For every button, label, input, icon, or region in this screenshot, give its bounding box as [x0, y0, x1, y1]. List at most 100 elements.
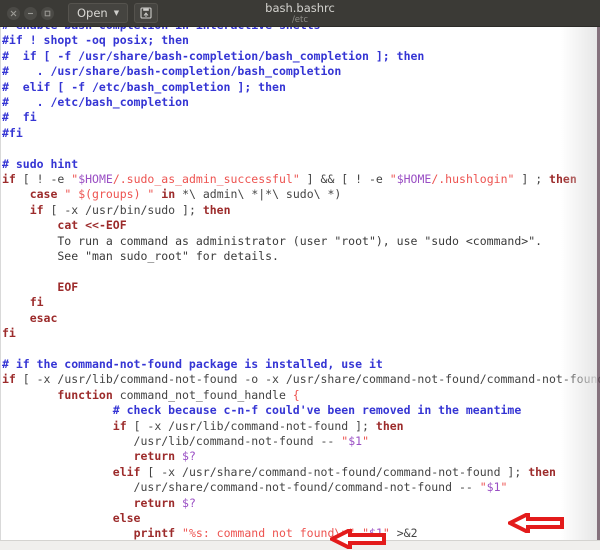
code-token-kw: in: [161, 187, 176, 202]
maximize-icon[interactable]: [41, 6, 54, 20]
code-token-st: ": [382, 526, 390, 540]
save-icon: [140, 4, 152, 23]
code-line: if [ -x /usr/bin/sudo ]; then: [2, 203, 600, 218]
code-line: # sudo hint: [2, 157, 600, 172]
code-line: # elif [ -f /etc/bash_completion ]; then: [2, 80, 600, 95]
status-bar: [0, 540, 600, 550]
code-line: # if [ -f /usr/share/bash-completion/bas…: [2, 49, 600, 64]
code-token-pl: [ ! -e: [15, 172, 72, 187]
code-token-st: " $(groups) ": [64, 187, 155, 202]
title-bar: Open ▼ bash.bashrc /etc: [0, 0, 600, 27]
save-button[interactable]: [134, 3, 159, 23]
code-line: fi: [2, 326, 600, 341]
minimize-icon[interactable]: [24, 6, 37, 20]
code-token-cm: # enable bash completion in interactive …: [2, 27, 321, 32]
code-token-var: $1: [369, 526, 383, 540]
code-token-pl: [ -x /usr/share/command-not-found/comman…: [140, 464, 529, 479]
code-token-cm: # . /usr/share/bash-completion/bash_comp…: [2, 64, 342, 79]
code-line: if [ -x /usr/lib/command-not-found ]; th…: [2, 419, 600, 434]
code-line: # fi: [2, 110, 600, 125]
code-token-kw: then: [202, 202, 231, 217]
code-token-st: ": [362, 526, 370, 540]
code-token-kw: then: [549, 172, 577, 187]
code-line: # . /etc/bash_completion: [2, 95, 600, 110]
code-token-cm: # if the command-not-found package is in…: [2, 356, 383, 371]
code-line: esac: [2, 311, 600, 326]
code-line: #if ! shopt -oq posix; then: [2, 33, 600, 48]
code-token-pl: *\ admin\ *|*\ sudo\ *): [175, 187, 342, 202]
code-content[interactable]: # enable bash completion in interactive …: [0, 27, 600, 540]
code-token-var: $1: [486, 480, 501, 495]
code-token-var: $1: [348, 433, 363, 448]
code-line: else: [2, 511, 600, 526]
code-token-pl: [ -x /usr/bin/sudo ];: [43, 202, 203, 217]
code-token-st: /.hushlogin": [431, 172, 515, 187]
code-line: # if the command-not-found package is in…: [2, 357, 600, 372]
code-line: # . /usr/share/bash-completion/bash_comp…: [2, 64, 600, 79]
code-line: #fi: [2, 126, 600, 141]
code-token-cm: # elif [ -f /etc/bash_completion ]; then: [2, 79, 286, 94]
code-token-kw: printf: [133, 526, 176, 540]
code-token-kw: if: [29, 202, 44, 217]
code-line: printf "%s: command not found\n" "$1" >&…: [2, 526, 600, 540]
text-editor-view[interactable]: # enable bash completion in interactive …: [0, 27, 600, 540]
code-token-kw: case: [29, 187, 58, 202]
code-token-st: ": [362, 433, 369, 448]
code-token-pl: ] && [ ! -e: [299, 172, 390, 187]
code-token-kw: elif: [112, 464, 141, 479]
close-icon[interactable]: [7, 6, 20, 20]
code-token-pl: /usr/lib/command-not-found --: [2, 433, 342, 448]
code-token-st: ": [500, 480, 508, 495]
code-token-pl: >&2: [389, 526, 418, 540]
code-token-kw: if: [2, 172, 16, 187]
code-token-pl: /usr/share/command-not-found/command-not…: [2, 480, 480, 495]
code-token-var: $?: [182, 449, 196, 464]
code-line: elif [ -x /usr/share/command-not-found/c…: [2, 465, 600, 480]
window-controls: [7, 6, 54, 20]
code-token-pl: [ -x /usr/lib/command-not-found -o -x /u…: [15, 372, 600, 387]
code-token-cm: # check because c-n-f could've been remo…: [2, 403, 522, 418]
code-line: /usr/share/command-not-found/command-not…: [2, 480, 600, 495]
code-token-kw: function: [57, 387, 113, 402]
code-line: cat <<-EOF: [2, 218, 600, 233]
code-token-pl: [ -x /usr/lib/command-not-found ];: [126, 418, 376, 433]
code-line: if [ ! -e " $HOME/.sudo_as_admin_successf…: [2, 172, 600, 187]
code-line: EOF: [2, 280, 600, 295]
code-token-cm: # sudo hint: [2, 156, 79, 171]
code-line: /usr/lib/command-not-found -- "$1": [2, 434, 600, 449]
code-token-var: $HOME: [78, 172, 113, 187]
open-button[interactable]: Open ▼: [68, 3, 129, 23]
code-token-cm: # . /etc/bash_completion: [2, 95, 189, 110]
toolbar-left: Open ▼: [68, 3, 159, 23]
code-token-kw: esac: [29, 310, 58, 325]
code-token-cm: #fi: [2, 125, 23, 140]
code-line: fi: [2, 295, 600, 310]
code-token-kw: return: [133, 495, 176, 510]
code-token-nm: See "man sudo_root" for details.: [2, 249, 279, 264]
code-token-kw: if: [2, 372, 16, 387]
code-token-st: ": [479, 480, 487, 495]
code-token-st: /.sudo_as_admin_successful": [112, 172, 300, 187]
code-token-st: ": [389, 172, 397, 187]
code-token-kw: then: [375, 418, 404, 433]
code-line: if [ -x /usr/lib/command-not-found -o -x…: [2, 372, 600, 387]
code-token-kw: fi: [29, 295, 44, 310]
open-button-label: Open: [77, 6, 108, 20]
code-token-st: {: [292, 387, 300, 402]
